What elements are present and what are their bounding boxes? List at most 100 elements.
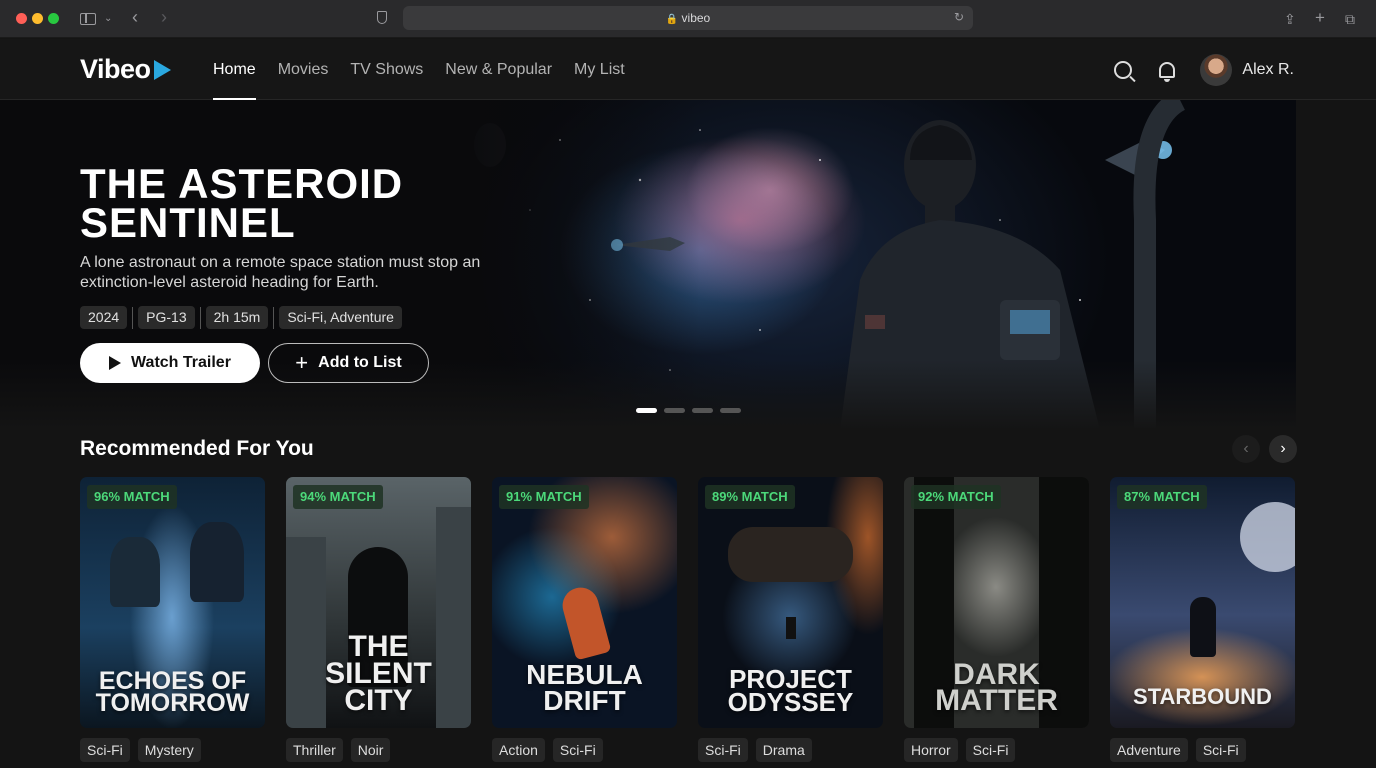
poster-astronaut <box>558 583 612 661</box>
new-tab-icon[interactable]: + <box>1315 8 1325 28</box>
card-tags: Sci-Fi Drama <box>698 738 812 762</box>
shield-icon[interactable] <box>377 11 387 24</box>
section-title-recommended: Recommended For You <box>80 437 314 460</box>
card-tags: Thriller Noir <box>286 738 391 762</box>
poster-astronaut <box>1190 597 1216 657</box>
close-window-button[interactable] <box>16 13 27 24</box>
card-tags: Horror Sci-Fi <box>904 738 1016 762</box>
card-tag[interactable]: Adventure <box>1110 738 1188 762</box>
card-tag[interactable]: Horror <box>904 738 958 762</box>
browser-chrome: ⌄ ‹ › 🔒 vibeo ↻ ⇪ + ⧉ <box>0 0 1376 38</box>
poster-title: THE SILENT CITY <box>325 630 432 717</box>
tag-divider <box>199 306 201 329</box>
play-icon <box>109 356 122 370</box>
nav-link-my-list[interactable]: My List <box>574 39 625 100</box>
minimize-window-button[interactable] <box>32 13 43 24</box>
movie-poster[interactable]: 94% MATCH THE SILENT CITY <box>286 477 471 728</box>
movie-card[interactable]: 94% MATCH THE SILENT CITY Thriller Noir <box>286 477 471 762</box>
poster-title: STARBOUND <box>1133 684 1272 709</box>
carousel-next-button[interactable]: › <box>1269 435 1297 463</box>
maximize-window-button[interactable] <box>48 13 59 24</box>
tag-divider <box>132 306 134 329</box>
address-bar[interactable]: 🔒 vibeo ↻ <box>403 6 973 30</box>
hero-carousel-dots <box>636 408 741 413</box>
logo-text: Vibeo <box>80 54 151 84</box>
watch-trailer-label: Watch Trailer <box>131 354 231 371</box>
card-tag[interactable]: Sci-Fi <box>552 738 603 762</box>
hero-tag-rating: PG-13 <box>138 306 195 329</box>
carousel-prev-button[interactable]: ‹ <box>1232 435 1260 463</box>
movie-poster[interactable]: 91% MATCH NEBULA DRIFT <box>492 477 677 728</box>
nav-link-new-popular[interactable]: New & Popular <box>445 39 552 100</box>
reload-icon[interactable]: ↻ <box>954 10 964 24</box>
nav-link-movies[interactable]: Movies <box>278 39 329 100</box>
bell-icon[interactable] <box>1159 61 1176 82</box>
card-tag[interactable]: Mystery <box>137 738 201 762</box>
card-tag[interactable]: Thriller <box>286 738 343 762</box>
watch-trailer-button[interactable]: Watch Trailer <box>80 343 260 383</box>
recommended-row: 96% MATCH ECHOES OF TOMORROW Sci-Fi Myst… <box>80 477 1295 762</box>
poster-figure <box>110 537 160 607</box>
add-to-list-label: Add to List <box>318 354 402 371</box>
poster-figure <box>786 617 796 639</box>
card-tag[interactable]: Sci-Fi <box>1195 738 1246 762</box>
card-tag[interactable]: Sci-Fi <box>965 738 1016 762</box>
hero-tag-year: 2024 <box>80 306 128 329</box>
carousel-dot-2[interactable] <box>664 408 685 413</box>
match-badge: 87% MATCH <box>1117 485 1207 509</box>
card-tag[interactable]: Action <box>492 738 545 762</box>
movie-card[interactable]: 89% MATCH PROJECT ODYSSEY Sci-Fi Drama <box>698 477 883 762</box>
tag-divider <box>273 306 275 329</box>
match-badge: 96% MATCH <box>87 485 177 509</box>
movie-card[interactable]: 91% MATCH NEBULA DRIFT Action Sci-Fi <box>492 477 677 762</box>
lock-icon: 🔒 <box>665 14 679 25</box>
card-tag[interactable]: Noir <box>350 738 391 762</box>
movie-poster[interactable]: 92% MATCH DARK MATTER <box>904 477 1089 728</box>
app-navbar: Vibeo Home Movies TV Shows New & Popular… <box>0 39 1376 100</box>
avatar[interactable] <box>1200 53 1233 86</box>
search-icon[interactable] <box>1114 60 1133 79</box>
url-text: 🔒 vibeo <box>403 11 973 25</box>
logo-play-icon <box>153 59 171 80</box>
share-icon[interactable]: ⇪ <box>1284 9 1296 29</box>
tabs-overview-icon[interactable]: ⧉ <box>1345 9 1355 29</box>
card-tag[interactable]: Sci-Fi <box>80 738 130 762</box>
poster-figure <box>190 522 244 602</box>
card-tags: Action Sci-Fi <box>492 738 603 762</box>
carousel-dot-4[interactable] <box>720 408 741 413</box>
card-tag[interactable]: Drama <box>755 738 812 762</box>
poster-faces <box>728 527 853 582</box>
match-badge: 94% MATCH <box>293 485 383 509</box>
nav-link-tv-shows[interactable]: TV Shows <box>350 39 423 100</box>
logo[interactable]: Vibeo <box>80 54 171 85</box>
hero-description: A lone astronaut on a remote space stati… <box>80 254 481 291</box>
movie-card[interactable]: 96% MATCH ECHOES OF TOMORROW Sci-Fi Myst… <box>80 477 265 762</box>
card-tag[interactable]: Sci-Fi <box>698 738 748 762</box>
nav-link-home[interactable]: Home <box>213 39 256 100</box>
movie-poster[interactable]: 87% MATCH STARBOUND <box>1110 477 1295 728</box>
movie-poster[interactable]: 96% MATCH ECHOES OF TOMORROW <box>80 477 265 728</box>
poster-title: ECHOES OF TOMORROW <box>95 667 250 717</box>
username[interactable]: Alex R. <box>1242 61 1294 79</box>
movie-card[interactable]: 92% MATCH DARK MATTER Horror Sci-Fi <box>904 477 1089 762</box>
poster-planet <box>1240 502 1295 572</box>
match-badge: 89% MATCH <box>705 485 795 509</box>
movie-poster[interactable]: 89% MATCH PROJECT ODYSSEY <box>698 477 883 728</box>
forward-icon[interactable]: › <box>161 7 167 27</box>
plus-icon: + <box>295 350 309 375</box>
add-to-list-button[interactable]: + Add to List <box>268 343 429 383</box>
match-badge: 92% MATCH <box>911 485 1001 509</box>
poster-title: NEBULA DRIFT <box>526 659 643 716</box>
sidebar-toggle-icon[interactable] <box>80 13 96 25</box>
chevron-down-icon[interactable]: ⌄ <box>104 9 112 29</box>
carousel-dot-1[interactable] <box>636 408 657 413</box>
url-value: vibeo <box>681 11 711 25</box>
hero-meta-tags: 2024 PG-13 2h 15m Sci-Fi, Adventure <box>80 306 402 329</box>
back-icon[interactable]: ‹ <box>132 7 138 27</box>
carousel-dot-3[interactable] <box>692 408 713 413</box>
movie-card[interactable]: 87% MATCH STARBOUND Adventure Sci-Fi <box>1110 477 1295 762</box>
match-badge: 91% MATCH <box>499 485 589 509</box>
hero-tag-duration: 2h 15m <box>205 306 269 329</box>
hero-title: THE ASTEROID SENTINEL <box>80 160 404 246</box>
poster-title: PROJECT ODYSSEY <box>727 664 854 717</box>
